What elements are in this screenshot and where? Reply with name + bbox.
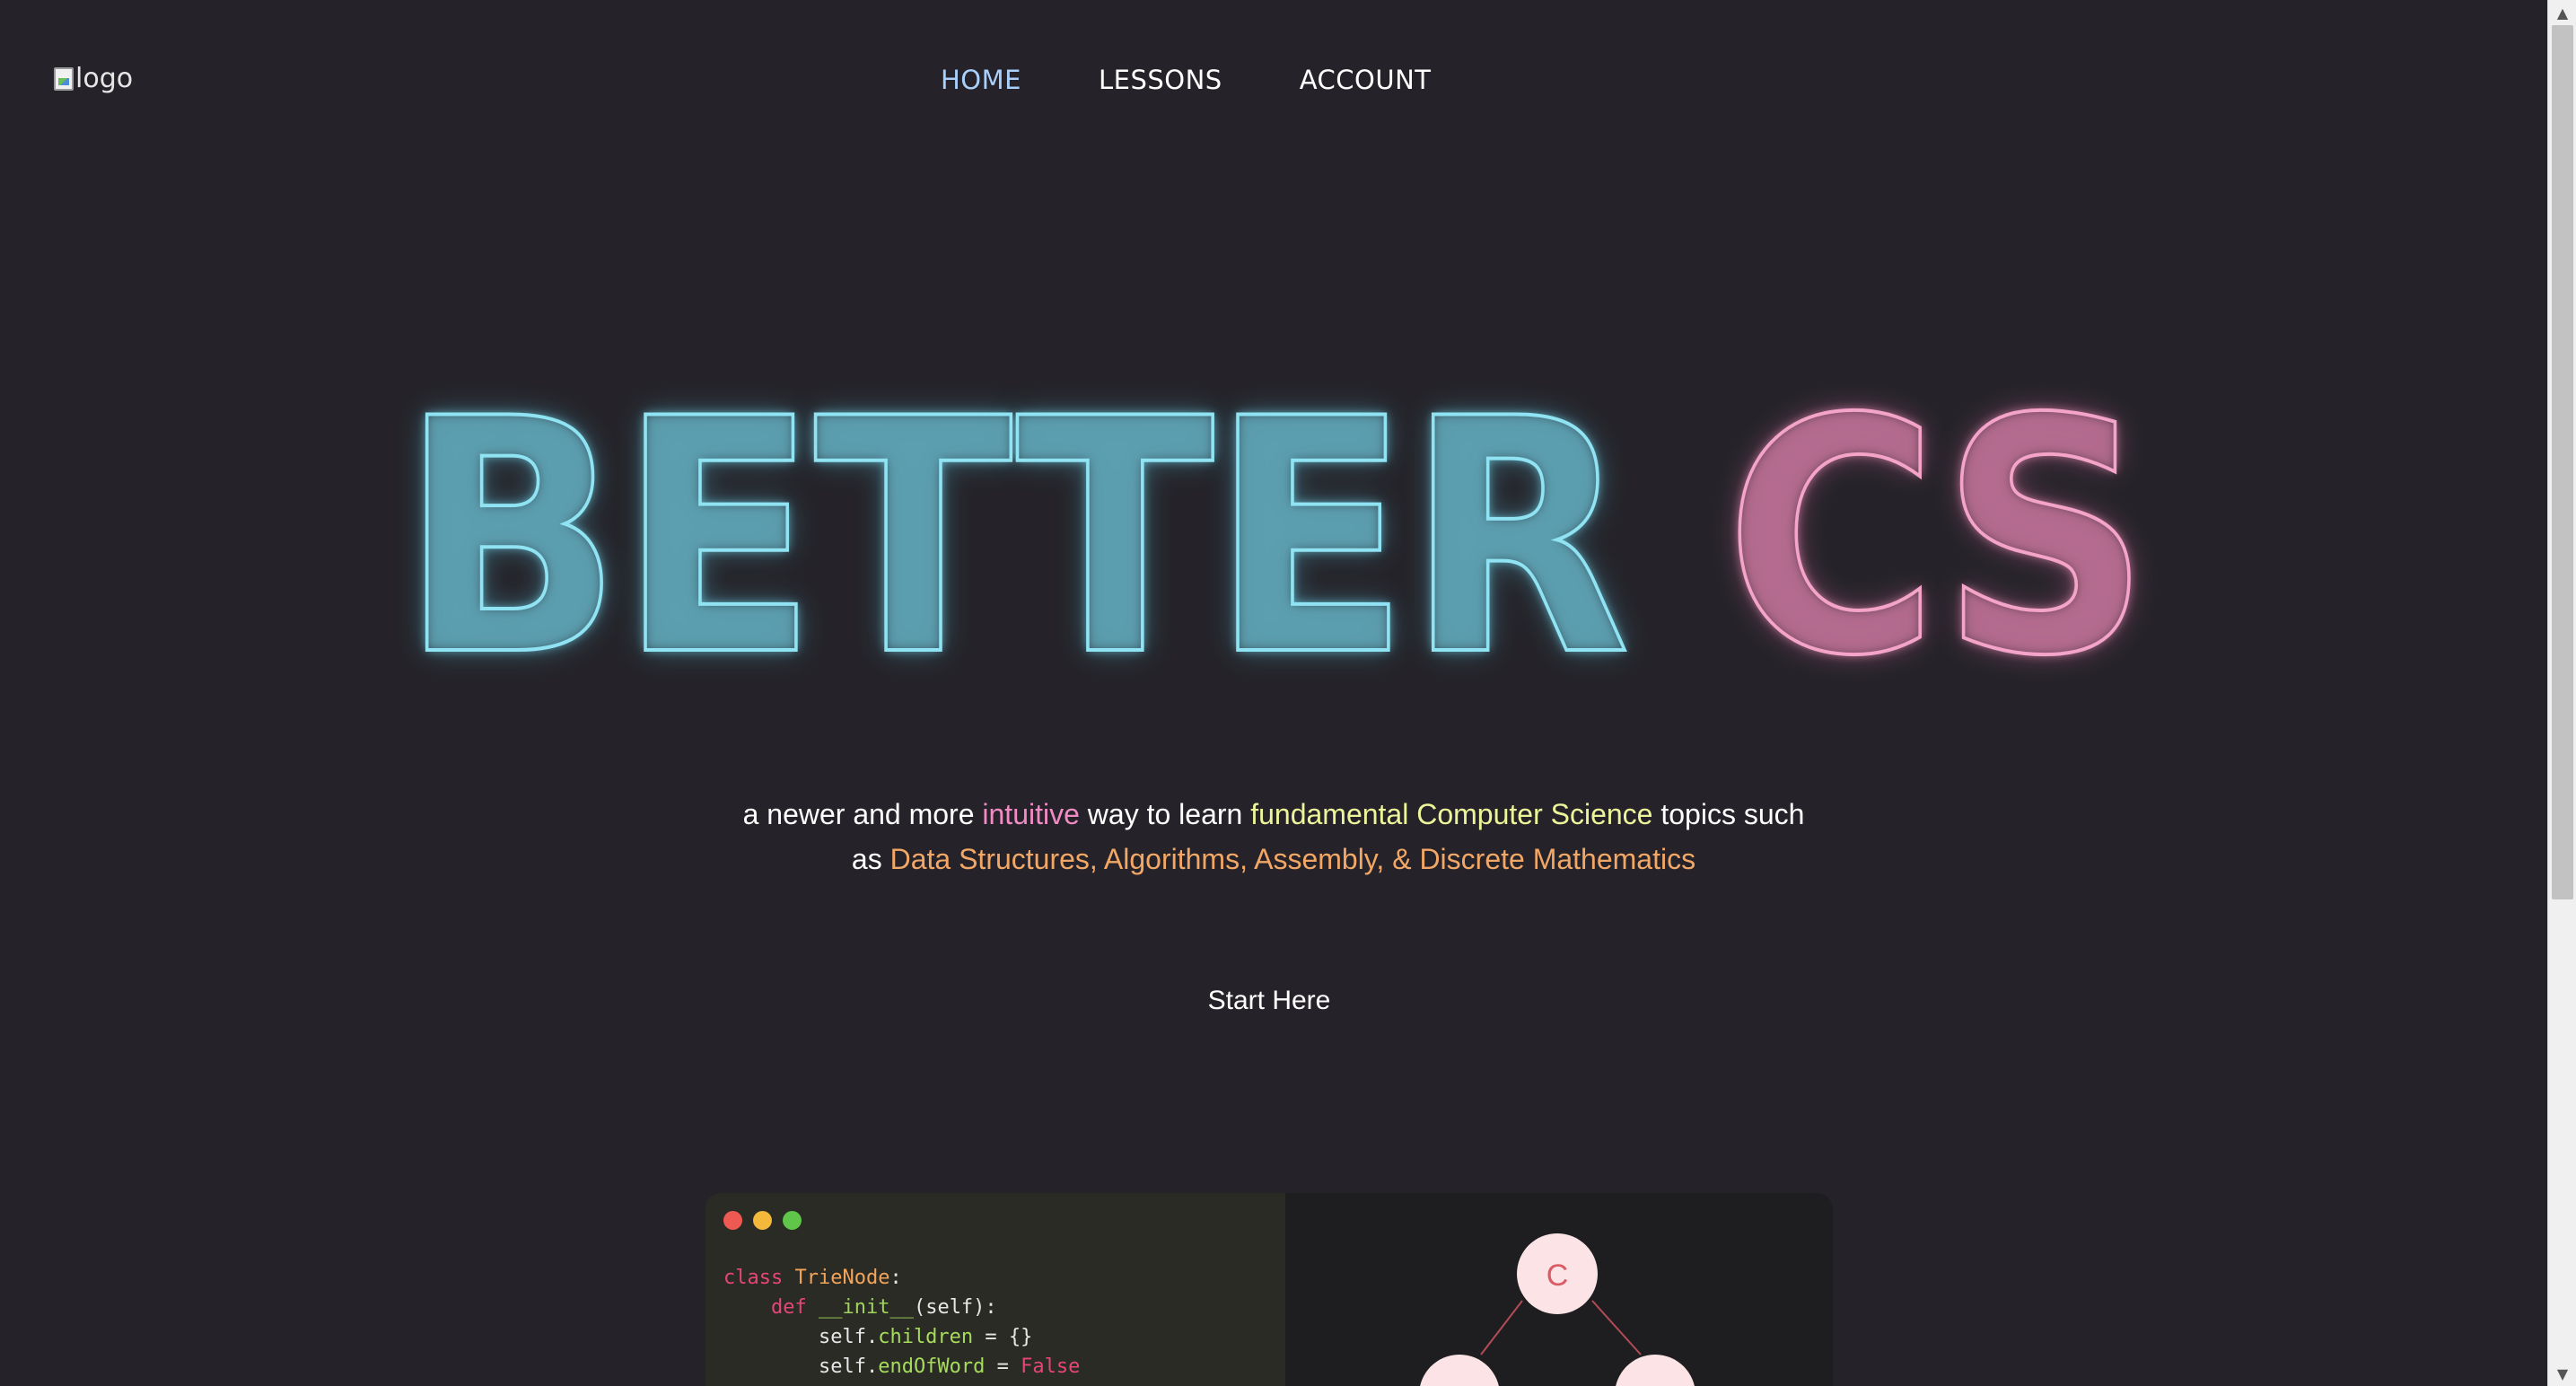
- code-window: class TrieNode: def __init__(self): self…: [705, 1193, 1285, 1386]
- code-punct: :: [889, 1267, 902, 1289]
- page: logo HOME LESSONS ACCOUNT BETTER CS a ne…: [0, 0, 2576, 1386]
- code-block: class TrieNode: def __init__(self): self…: [723, 1263, 1080, 1382]
- hero-tagline: a newer and more intuitive way to learn …: [0, 792, 2547, 882]
- nav-account-link[interactable]: ACCOUNT: [1300, 65, 1432, 95]
- scrollbar-thumb[interactable]: [2552, 25, 2573, 899]
- logo-alt-text: logo: [75, 63, 134, 94]
- nav-home-link[interactable]: HOME: [941, 65, 1021, 95]
- demo-panel: class TrieNode: def __init__(self): self…: [705, 1193, 1833, 1386]
- minimize-dot-icon: [753, 1211, 772, 1230]
- tagline-highlight-fundamentals: fundamental Computer Science: [1250, 798, 1653, 830]
- code-keyword: class: [723, 1267, 784, 1289]
- code-punct: (self):: [913, 1296, 997, 1319]
- tagline-highlight-intuitive: intuitive: [982, 798, 1080, 830]
- tagline-text-3: topics such: [1652, 798, 1805, 830]
- code-function-name: __init__: [818, 1296, 914, 1319]
- trie-edge-right: [1591, 1300, 1642, 1355]
- window-controls: [723, 1211, 802, 1230]
- maximize-dot-icon: [783, 1211, 802, 1230]
- code-keyword: def: [770, 1296, 807, 1319]
- close-dot-icon: [723, 1211, 742, 1230]
- code-attribute: children: [878, 1326, 974, 1348]
- code-line-2: def __init__(self):: [723, 1296, 997, 1319]
- logo[interactable]: logo: [54, 63, 133, 94]
- hero-title-cs: CS: [1723, 350, 2151, 726]
- tagline-text-2: way to learn: [1079, 798, 1251, 830]
- trie-root-label: C: [1546, 1259, 1569, 1293]
- code-line-3: self.children = {}: [818, 1326, 1033, 1348]
- scroll-up-arrow-icon[interactable]: ▲: [2548, 0, 2576, 25]
- hero-title: BETTER CS: [127, 375, 2420, 702]
- trie-visualization: C: [1285, 1193, 1833, 1386]
- tagline-text-4: as: [851, 843, 890, 875]
- tagline-text-1: a newer and more: [742, 798, 983, 830]
- page-scrollbar[interactable]: ▲ ▼: [2547, 0, 2576, 1386]
- hero: BETTER CS: [0, 375, 2547, 702]
- trie-child-node-right: [1616, 1355, 1695, 1386]
- trie-child-node-left: [1420, 1355, 1499, 1386]
- code-value: False: [1021, 1355, 1081, 1378]
- scroll-down-arrow-icon[interactable]: ▼: [2548, 1361, 2576, 1386]
- code-attribute: endOfWord: [878, 1355, 986, 1378]
- hero-title-better: BETTER: [399, 350, 1632, 726]
- trie-diagram: C: [1420, 1233, 1695, 1386]
- code-line-1: class TrieNode:: [723, 1267, 902, 1289]
- tagline-highlight-topics: Data Structures, Algorithms, Assembly, &…: [889, 843, 1696, 875]
- code-punct: =: [985, 1355, 1021, 1378]
- code-class-name: TrieNode: [794, 1267, 890, 1289]
- nav-lessons-link[interactable]: LESSONS: [1099, 65, 1222, 95]
- code-punct: = {}: [973, 1326, 1033, 1348]
- code-self: self: [818, 1326, 866, 1348]
- broken-image-icon: [54, 66, 74, 91]
- main-nav: HOME LESSONS ACCOUNT: [941, 65, 1432, 95]
- code-self: self: [818, 1355, 866, 1378]
- code-line-4: self.endOfWord = False: [818, 1355, 1081, 1378]
- trie-edge-left: [1480, 1300, 1523, 1355]
- start-here-button[interactable]: Start Here: [1167, 978, 1371, 1023]
